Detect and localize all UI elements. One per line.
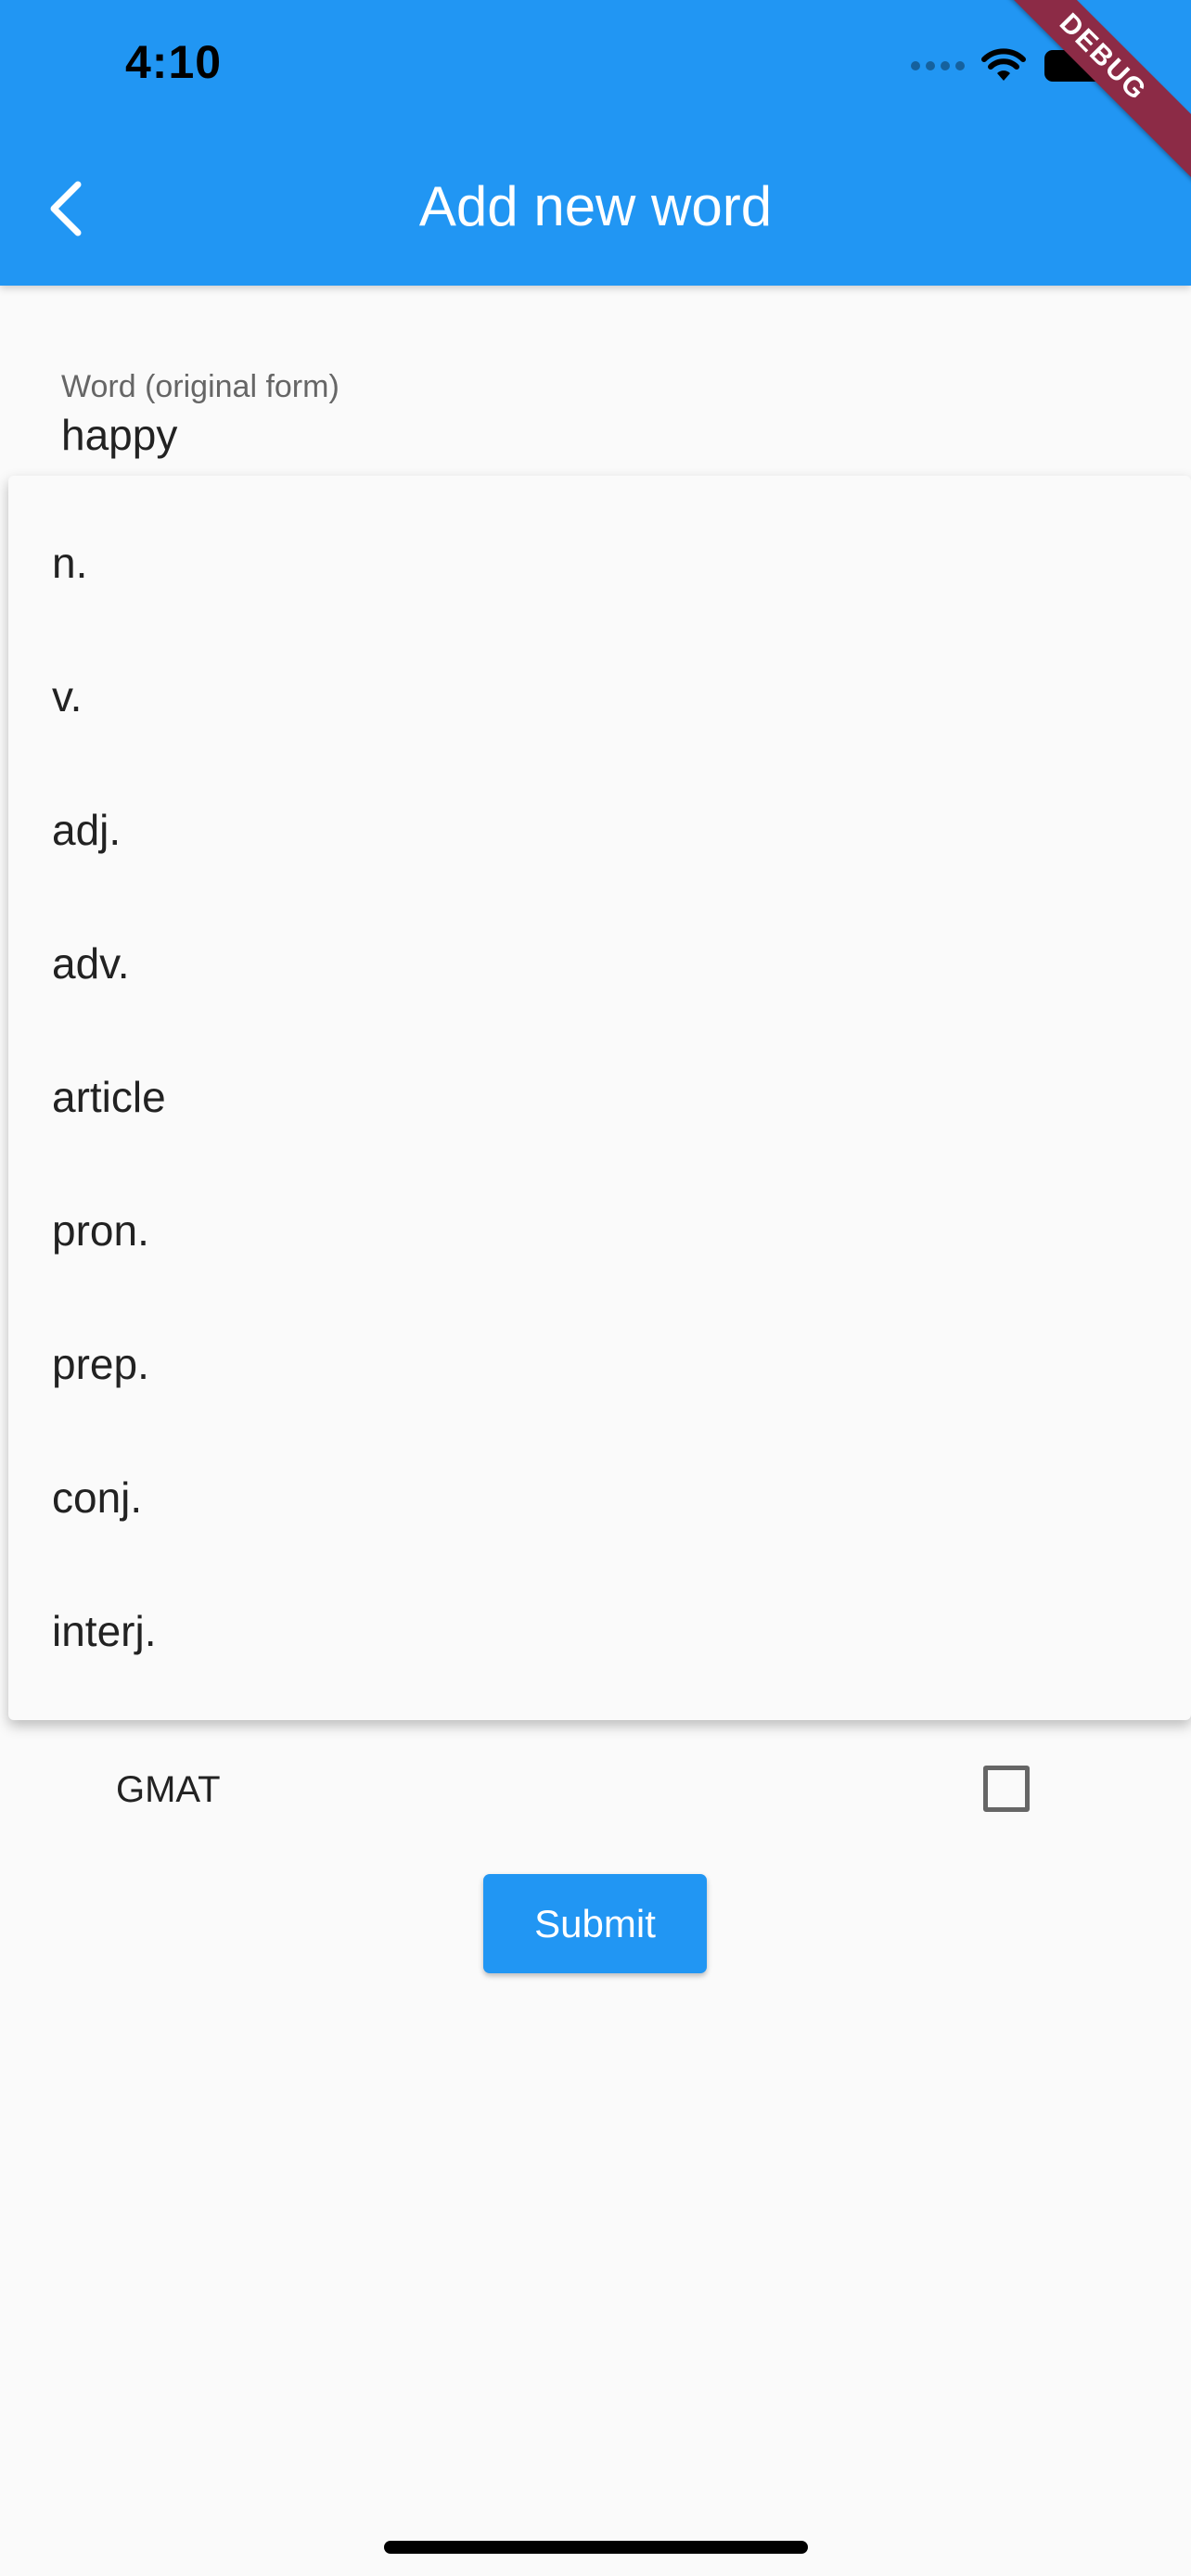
cellular-signal-icon	[911, 61, 965, 70]
word-field-label: Word (original form)	[61, 369, 339, 404]
dropdown-option-adv[interactable]: adv.	[8, 897, 1191, 1030]
dropdown-option-interj[interactable]: interj.	[8, 1564, 1191, 1698]
dropdown-option-pron[interactable]: pron.	[8, 1164, 1191, 1297]
dropdown-option-prep[interactable]: prep.	[8, 1297, 1191, 1431]
wifi-icon	[981, 48, 1026, 81]
dropdown-option-adj[interactable]: adj.	[8, 763, 1191, 897]
dropdown-option-conj[interactable]: conj.	[8, 1431, 1191, 1564]
dropdown-option-n[interactable]: n.	[8, 496, 1191, 630]
part-of-speech-dropdown-menu: n. v. adj. adv. article pron. prep. conj…	[8, 476, 1191, 1720]
page-title: Add new word	[418, 175, 773, 237]
gmat-checkbox-row[interactable]: GMAT	[116, 1762, 1034, 1817]
submit-button[interactable]: Submit	[483, 1874, 707, 1973]
gmat-checkbox[interactable]	[983, 1766, 1030, 1812]
home-indicator[interactable]	[384, 2541, 808, 2554]
status-time: 4:10	[125, 36, 223, 88]
dropdown-option-v[interactable]: v.	[8, 630, 1191, 763]
app-bar: 4:10 Add new word	[0, 0, 1191, 286]
word-field[interactable]: happy	[61, 410, 177, 460]
dropdown-option-article[interactable]: article	[8, 1030, 1191, 1164]
gmat-label: GMAT	[116, 1769, 221, 1810]
